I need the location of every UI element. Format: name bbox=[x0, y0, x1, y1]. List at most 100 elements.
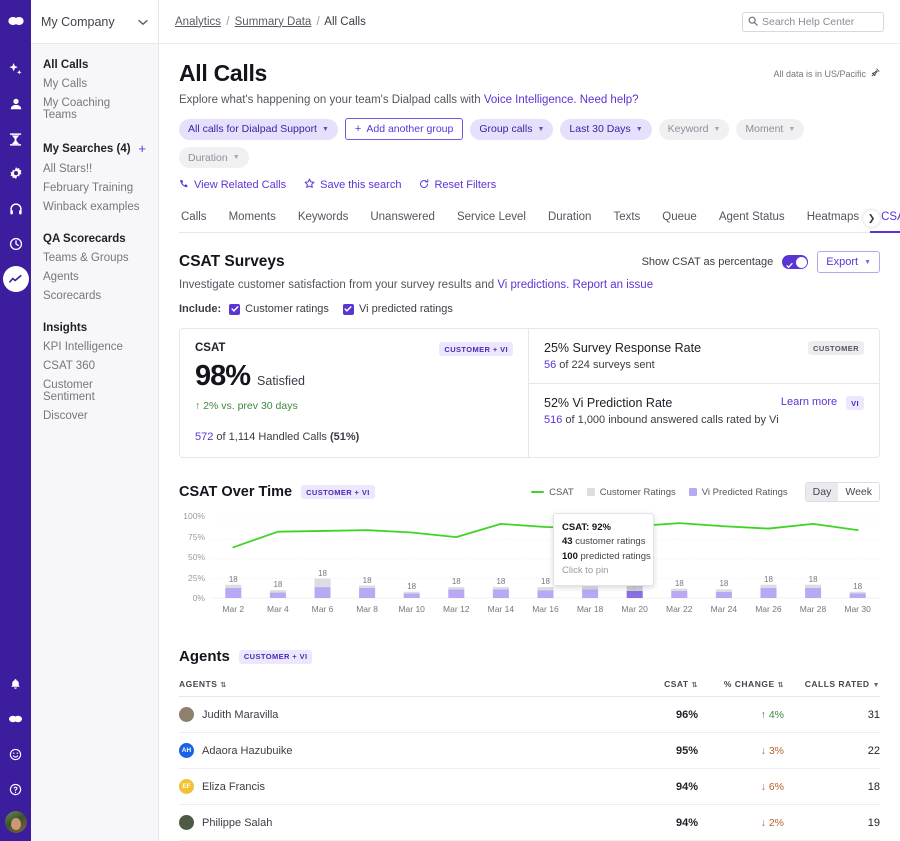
checkbox-icon[interactable] bbox=[229, 304, 240, 315]
sparkle-ai-icon[interactable] bbox=[3, 56, 29, 82]
prediction-rate-title: 52% Vi Prediction Rate bbox=[544, 396, 672, 410]
filter-add-another-group[interactable]: +Add another group bbox=[345, 118, 463, 140]
help-question-icon[interactable] bbox=[3, 776, 29, 802]
breadcrumb-item-summary-data[interactable]: Summary Data bbox=[235, 16, 312, 28]
tab-queue[interactable]: Queue bbox=[651, 206, 708, 233]
sidebar-item-customer-sentiment[interactable]: Customer Sentiment bbox=[31, 375, 158, 406]
vi-rated-count[interactable]: 516 bbox=[544, 414, 562, 426]
bar-customer-ratings bbox=[493, 587, 509, 589]
sidebar-item-my-coaching-teams[interactable]: My Coaching Teams bbox=[31, 93, 158, 124]
show-csat-percentage-toggle[interactable] bbox=[782, 255, 808, 269]
include-customer-ratings[interactable]: Customer ratings bbox=[229, 303, 329, 315]
notifications-bell-icon[interactable] bbox=[3, 671, 29, 697]
settings-gear-icon[interactable] bbox=[3, 161, 29, 187]
agents-column-agents[interactable]: AGENTS⇅ bbox=[179, 675, 626, 697]
headset-support-icon[interactable] bbox=[3, 196, 29, 222]
chart-title: CSAT Over Time bbox=[179, 484, 292, 500]
agents-column-csat[interactable]: CSAT⇅ bbox=[626, 675, 698, 697]
filter-label: Moment bbox=[745, 123, 783, 135]
filter-moment[interactable]: Moment▼ bbox=[736, 119, 804, 140]
voice-intelligence-link[interactable]: Voice Intelligence. bbox=[484, 94, 577, 106]
tab-texts[interactable]: Texts bbox=[602, 206, 651, 233]
agents-title: Agents bbox=[179, 648, 230, 665]
table-row[interactable]: AHAdaora Hazubuike95%↓ 3%22 bbox=[179, 733, 880, 769]
tab-calls[interactable]: Calls bbox=[179, 206, 218, 233]
sidebar-item-agents[interactable]: Agents bbox=[31, 267, 158, 286]
add-search-icon[interactable]: + bbox=[138, 141, 146, 156]
dialpad-logo-icon[interactable] bbox=[3, 8, 29, 34]
sidebar-item-discover[interactable]: Discover bbox=[31, 406, 158, 425]
tabs-next-button[interactable]: ❯ bbox=[863, 210, 880, 227]
agents-badge: CUSTOMER + VI bbox=[239, 650, 313, 664]
sidebar-item-all-stars[interactable]: All Stars!! bbox=[31, 159, 158, 178]
agents-column-calls-rated[interactable]: CALLS RATED▼ bbox=[784, 675, 880, 697]
tab-unanswered[interactable]: Unanswered bbox=[359, 206, 446, 233]
handled-calls-count[interactable]: 572 bbox=[195, 431, 213, 443]
sidebar-group-header-insights[interactable]: Insights bbox=[31, 319, 158, 337]
bar-vi-predicted bbox=[582, 589, 598, 598]
table-row[interactable]: Philippe Salah94%↓ 2%19 bbox=[179, 805, 880, 841]
legend-vi-predicted[interactable]: Vi Predicted Ratings bbox=[689, 487, 788, 498]
table-row[interactable]: Judith Maravilla96%↑ 4%31 bbox=[179, 697, 880, 733]
table-row[interactable]: EFEliza Francis94%↓ 6%18 bbox=[179, 769, 880, 805]
tab-keywords[interactable]: Keywords bbox=[287, 206, 360, 233]
bar-customer-ratings bbox=[671, 589, 687, 591]
chart-plot-area[interactable]: 181818181818181818181818181818 bbox=[211, 514, 880, 602]
meetings-icon[interactable] bbox=[3, 126, 29, 152]
breadcrumb-item-analytics[interactable]: Analytics bbox=[175, 16, 221, 28]
filter-group-calls[interactable]: Group calls▼ bbox=[470, 119, 553, 140]
filter-keyword[interactable]: Keyword▼ bbox=[659, 119, 730, 140]
checkbox-icon[interactable] bbox=[343, 304, 354, 315]
legend-csat[interactable]: CSAT bbox=[531, 487, 574, 498]
include-vi-predicted-ratings[interactable]: Vi predicted ratings bbox=[343, 303, 453, 315]
tab-service-level[interactable]: Service Level bbox=[446, 206, 537, 233]
legend-customer-ratings[interactable]: Customer Ratings bbox=[587, 487, 676, 498]
save-search-action[interactable]: Save this search bbox=[304, 178, 401, 192]
filter-last-30-days[interactable]: Last 30 Days▼ bbox=[560, 119, 651, 140]
x-tick-label: Mar 2 bbox=[211, 604, 256, 614]
view-related-calls-action[interactable]: View Related Calls bbox=[179, 179, 286, 192]
sidebar-item-scorecards[interactable]: Scorecards bbox=[31, 286, 158, 305]
sidebar-item-my-calls[interactable]: My Calls bbox=[31, 74, 158, 93]
search-input[interactable] bbox=[762, 16, 878, 28]
reset-filters-action[interactable]: Reset Filters bbox=[419, 179, 496, 192]
sidebar-item-csat-360[interactable]: CSAT 360 bbox=[31, 356, 158, 375]
tab-duration[interactable]: Duration bbox=[537, 206, 602, 233]
export-button[interactable]: Export ▼ bbox=[817, 251, 880, 273]
analytics-trend-icon[interactable] bbox=[3, 266, 29, 292]
sidebar-group-header-all-calls[interactable]: All Calls bbox=[31, 56, 158, 74]
contacts-icon[interactable] bbox=[3, 91, 29, 117]
pin-icon[interactable] bbox=[871, 68, 880, 79]
agents-column-change[interactable]: % CHANGE⇅ bbox=[698, 675, 784, 697]
tab-moments[interactable]: Moments bbox=[218, 206, 287, 233]
y-tick-label: 100% bbox=[183, 511, 205, 521]
sidebar-item-kpi-intelligence[interactable]: KPI Intelligence bbox=[31, 337, 158, 356]
learn-more-link[interactable]: Learn more bbox=[781, 396, 837, 408]
emoji-status-icon[interactable] bbox=[3, 741, 29, 767]
granularity-day[interactable]: Day bbox=[806, 483, 839, 501]
messages-chat-icon[interactable] bbox=[3, 706, 29, 732]
report-issue-link[interactable]: Report an issue bbox=[573, 279, 654, 291]
tab-agent-status[interactable]: Agent Status bbox=[708, 206, 796, 233]
sidebar-item-february-training[interactable]: February Training bbox=[31, 178, 158, 197]
granularity-week[interactable]: Week bbox=[838, 483, 879, 501]
vi-predictions-link[interactable]: Vi predictions. bbox=[497, 279, 569, 291]
sidebar-item-teams-groups[interactable]: Teams & Groups bbox=[31, 248, 158, 267]
y-tick-label: 25% bbox=[188, 573, 205, 583]
arrow-down-icon-value: ↓ 6% bbox=[761, 781, 784, 793]
need-help-link[interactable]: Need help? bbox=[580, 94, 639, 106]
history-clock-icon[interactable] bbox=[3, 231, 29, 257]
sidebar-item-winback-examples[interactable]: Winback examples bbox=[31, 197, 158, 216]
filter-duration[interactable]: Duration▼ bbox=[179, 147, 249, 168]
sidebar-group-header-my-searches-4[interactable]: My Searches (4)+ bbox=[31, 138, 158, 159]
company-switcher[interactable]: My Company bbox=[31, 0, 158, 44]
chart-legend: CSAT Customer Ratings Vi Predicted Ratin… bbox=[531, 482, 880, 502]
sidebar-group-header-qa-scorecards[interactable]: QA Scorecards bbox=[31, 230, 158, 248]
surveys-answered-count[interactable]: 56 bbox=[544, 359, 556, 371]
x-tick-label: Mar 28 bbox=[791, 604, 836, 614]
tab-heatmaps[interactable]: Heatmaps bbox=[796, 206, 870, 233]
filter-all-calls-for-dialpad-support[interactable]: All calls for Dialpad Support▼ bbox=[179, 119, 338, 140]
chart-tooltip[interactable]: CSAT: 92% 43 customer ratings 100 predic… bbox=[553, 513, 654, 586]
user-avatar[interactable] bbox=[5, 811, 27, 833]
help-search-box[interactable] bbox=[742, 12, 884, 32]
